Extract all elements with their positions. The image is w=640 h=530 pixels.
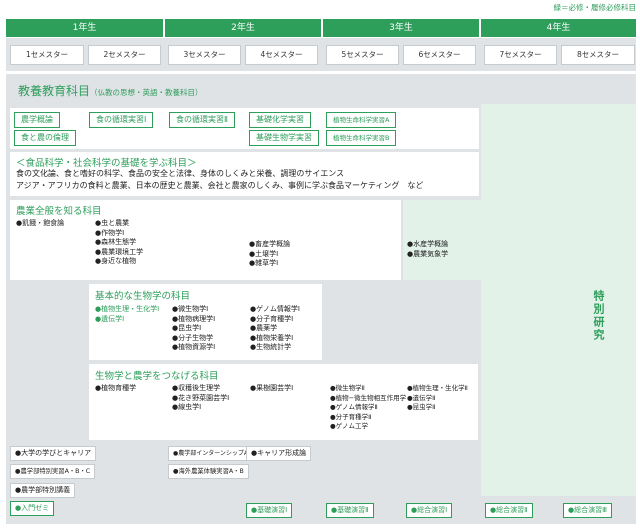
course-career-formation[interactable]: ●キャリア形成論 (246, 446, 312, 461)
course-item: ●分子育種学Ⅰ (250, 314, 294, 323)
bio-agri-col2: ●植物育種学 (95, 384, 136, 394)
course-item: ●線虫学Ⅰ (172, 403, 202, 411)
course-basic-seminar-1[interactable]: ●基礎演習Ⅰ (246, 503, 293, 518)
course-item: ●分子生物学 (172, 333, 214, 342)
course-general-seminar-1[interactable]: ●総合演習Ⅰ (406, 503, 453, 518)
agri-general-col4: ●畜産学概論 ●土壌学Ⅰ ●雑草学Ⅰ (249, 240, 290, 269)
agri-general-col2: ●虫と農業 ●作物学Ⅰ ●森林生態学 ●農業環境工学 ●身近な植物 (95, 219, 143, 267)
chip-food-cycle-1[interactable]: 食の循環実習Ⅰ (89, 112, 154, 128)
course-general-seminar-3[interactable]: ●総合演習Ⅲ (563, 503, 612, 518)
agri-general-title: 農業全般を知る科目 (16, 206, 102, 217)
year-4-header: 4年生 (481, 19, 636, 37)
course-item: ●虫と農業 (95, 219, 130, 227)
course-item: ●植物栄養学Ⅰ (250, 333, 294, 342)
liberal-arts-band: 教養教育科目（仏教の思想・英語・教養科目） (6, 74, 636, 104)
bio-basic-title: 基本的な生物学の科目 (95, 291, 191, 302)
course-item: ●植物病理学Ⅰ (172, 314, 216, 323)
bio-agri-col3: ●収穫後生理学 ●花き野菜園芸学Ⅰ ●線虫学Ⅰ (172, 384, 229, 413)
course-item: ●雑草学Ⅰ (249, 259, 279, 267)
course-item: ●花き野菜園芸学Ⅰ (172, 393, 230, 402)
course-item: ●植物−微生物相互作用学 (330, 393, 407, 402)
semester-1: 1セメスター (10, 45, 84, 65)
bio-basic-col3: ●微生物学Ⅰ ●植物病理学Ⅰ ●昆虫学Ⅰ ●分子生物学 ●植物資源学Ⅰ (172, 305, 215, 353)
semester-6: 6セメスター (403, 45, 476, 65)
course-item: ●ゲノム情報学Ⅰ (250, 305, 300, 313)
bio-agri-title: 生物学と農学をつなげる科目 (95, 371, 219, 382)
course-basic-seminar-2[interactable]: ●基礎演習Ⅱ (326, 503, 374, 518)
course-item: ●昆虫学Ⅰ (172, 324, 202, 332)
chip-plant-life-b[interactable]: 植物生命科学実習B (326, 130, 397, 146)
bio-basic-col2: ●植物生理・生化学Ⅰ ●遺伝学Ⅰ (95, 305, 159, 324)
course-item: ●農業環境工学 (95, 247, 144, 256)
course-item: ●土壌学Ⅰ (249, 249, 279, 258)
course-item: ●昆虫学Ⅱ (407, 403, 436, 411)
course-intro-seminar[interactable]: ●入門ゼミ (10, 501, 55, 516)
course-item: ●植物生理・生化学Ⅱ (407, 384, 468, 392)
course-item: ●水産学概論 (407, 240, 449, 248)
course-item: ●果樹園芸学Ⅰ (250, 384, 294, 392)
course-item: ●ゲノム情報学Ⅱ (330, 403, 378, 411)
chip-food-cycle-2[interactable]: 食の循環実習Ⅱ (169, 112, 235, 128)
bio-agri-col5: ●微生物学Ⅱ ●植物−微生物相互作用学 ●ゲノム情報学Ⅱ ●分子育種学Ⅱ ●ゲノ… (330, 384, 406, 432)
course-item: ●農薬学 (250, 324, 278, 332)
course-item: ●身近な植物 (95, 257, 137, 265)
liberal-arts-heading: 教養教育科目（仏教の思想・英語・教養科目） (18, 82, 203, 99)
course-special-practice[interactable]: ●農学部特別実習A・B・C (10, 464, 96, 479)
bio-agri-col6: ●植物生理・生化学Ⅱ ●遺伝学Ⅱ ●昆虫学Ⅱ (407, 384, 468, 413)
course-item: ●微生物学Ⅱ (330, 384, 365, 392)
course-item: ●微生物学Ⅰ (172, 305, 209, 313)
course-item: ●収穫後生理学 (172, 384, 221, 392)
special-research-area (481, 104, 636, 496)
chip-plant-life-a[interactable]: 植物生命科学実習A (326, 112, 397, 128)
year-2-header: 2年生 (165, 19, 321, 37)
food-science-title: ＜食品科学・社会科学の基礎を学ぶ科目＞ (16, 158, 197, 169)
chip-basic-chem[interactable]: 基礎化学実習 (249, 112, 311, 128)
course-item: ●植物育種学 (95, 384, 137, 392)
course-item: ●植物資源学Ⅰ (172, 343, 216, 351)
semester-3: 3セメスター (168, 45, 241, 65)
liberal-arts-subtitle: （仏教の思想・英語・教養科目） (90, 88, 203, 97)
agri-general-col6: ●水産学概論 ●農業気象学 (407, 240, 448, 259)
chip-food-ethics[interactable]: 食と農の倫理 (14, 130, 76, 146)
food-science-line-2: アジア・アフリカの食料と農業、日本の歴史と農業、会社と農家のしくみ、事例に学ぶ食… (16, 181, 424, 190)
course-item: ●畜産学概論 (249, 240, 291, 248)
semester-2: 2セメスター (88, 45, 161, 65)
course-item: ●森林生態学 (95, 238, 137, 246)
liberal-arts-title: 教養教育科目 (18, 84, 91, 98)
course-item: ●ゲノム工学 (330, 422, 368, 430)
course-item: ●飢餓・飽食論 (16, 219, 65, 227)
bio-agri-col4: ●果樹園芸学Ⅰ (250, 384, 293, 394)
chip-agri-intro[interactable]: 農学概論 (14, 112, 60, 128)
course-item-required: ●遺伝学Ⅰ (95, 314, 125, 323)
course-item: ●作物学Ⅰ (95, 228, 125, 237)
special-research-label: 特別研究 (592, 290, 605, 342)
legend-text: 緑＝必修・履修必修科目 (553, 3, 637, 12)
chip-basic-bio[interactable]: 基礎生物学実習 (249, 130, 319, 146)
course-career[interactable]: ●大学の学びとキャリア (10, 446, 97, 461)
semester-7: 7セメスター (484, 45, 557, 65)
year-1-header: 1年生 (6, 19, 163, 37)
course-item-required: ●植物生理・生化学Ⅰ (95, 305, 160, 313)
course-general-seminar-2[interactable]: ●総合演習Ⅱ (485, 503, 533, 518)
food-science-line-1: 食の文化論、食と嗜好の科学、食品の安全と法律、身体のしくみと栄養、調理のサイエン… (16, 169, 345, 178)
course-item: ●分子育種学Ⅱ (330, 412, 372, 421)
semester-5: 5セメスター (326, 45, 399, 65)
course-item: ●生物統計学 (250, 343, 292, 351)
semester-4: 4セメスター (245, 45, 318, 65)
course-item: ●農業気象学 (407, 249, 449, 258)
course-item: ●遺伝学Ⅱ (407, 393, 436, 402)
course-special-lecture[interactable]: ●農学部特別講義 (10, 483, 76, 498)
bio-basic-col4: ●ゲノム情報学Ⅰ ●分子育種学Ⅰ ●農薬学 ●植物栄養学Ⅰ ●生物統計学 (250, 305, 300, 353)
year-3-header: 3年生 (323, 19, 479, 37)
semester-8: 8セメスター (561, 45, 635, 65)
agri-general-col1: ●飢餓・飽食論 (16, 219, 64, 229)
required-chips-panel (10, 108, 479, 149)
course-overseas-practice[interactable]: ●海外農業体験実習A・B (168, 464, 249, 479)
